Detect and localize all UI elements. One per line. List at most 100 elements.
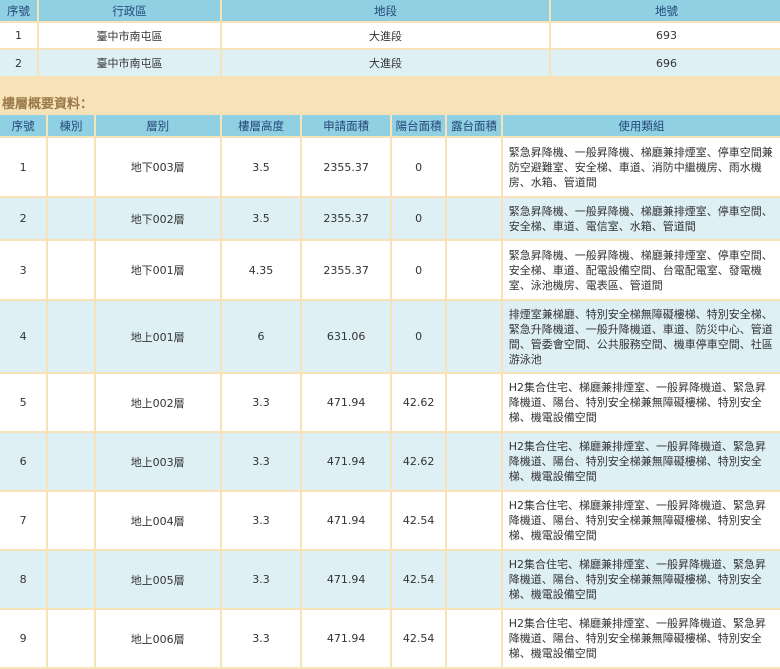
cell-section: 大進段	[222, 50, 549, 76]
cell-building	[48, 433, 94, 490]
table-row: 7 地上004層 3.3 471.94 42.54 H2集合住宅、梯廳兼排煙室、…	[0, 492, 780, 549]
cell-floor: 地上002層	[95, 374, 220, 431]
header-area: 申請面積	[302, 115, 390, 136]
table-row: 3 地下001層 4.35 2355.37 0 緊急昇降機、一般昇降機、梯廳兼排…	[0, 241, 780, 299]
cell-area: 471.94	[302, 492, 390, 549]
land-table: 序號 行政區 地段 地號 1 臺中市南屯區 大進段 693 2 臺中市南屯區 大…	[0, 0, 780, 78]
cell-area: 2355.37	[302, 241, 390, 299]
cell-area: 631.06	[302, 301, 390, 372]
floor-table-header: 序號 棟別 層別 樓層高度 申請面積 陽台面積 露台面積 使用類組	[0, 115, 780, 136]
cell-balcony: 42.62	[391, 374, 446, 431]
cell-floor: 地上003層	[95, 433, 220, 490]
cell-terrace	[447, 241, 501, 299]
header-height: 樓層高度	[221, 115, 301, 136]
header-lot: 地號	[551, 0, 780, 21]
cell-floor: 地上005層	[95, 551, 220, 608]
table-row: 9 地上006層 3.3 471.94 42.54 H2集合住宅、梯廳兼排煙室、…	[0, 610, 780, 667]
cell-balcony: 42.54	[391, 610, 446, 667]
floor-table: 序號 棟別 層別 樓層高度 申請面積 陽台面積 露台面積 使用類組 1 地下00…	[0, 113, 780, 669]
header-usage: 使用類組	[502, 115, 780, 136]
cell-floor: 地下003層	[95, 138, 220, 196]
cell-building	[48, 241, 94, 299]
cell-balcony: 0	[391, 198, 446, 239]
cell-height: 3.5	[221, 198, 301, 239]
cell-usage: H2集合住宅、梯廳兼排煙室、一般昇降機道、緊急昇降機道、陽台、特別安全梯兼無障礙…	[502, 433, 780, 490]
header-balcony: 陽台面積	[391, 115, 446, 136]
table-row: 6 地上003層 3.3 471.94 42.62 H2集合住宅、梯廳兼排煙室、…	[0, 433, 780, 490]
cell-no: 6	[0, 433, 47, 490]
cell-usage: H2集合住宅、梯廳兼排煙室、一般昇降機道、緊急昇降機道、陽台、特別安全梯兼無障礙…	[502, 551, 780, 608]
cell-terrace	[447, 301, 501, 372]
cell-district: 臺中市南屯區	[39, 50, 220, 76]
cell-height: 3.3	[221, 610, 301, 667]
cell-usage: H2集合住宅、梯廳兼排煙室、一般昇降機道、緊急昇降機道、陽台、特別安全梯兼無障礙…	[502, 374, 780, 431]
cell-height: 6	[221, 301, 301, 372]
cell-building	[48, 301, 94, 372]
cell-usage: 緊急昇降機、一般昇降機、梯廳兼排煙室、停車空間、安全梯、車道、電信室、水箱、管道…	[502, 198, 780, 239]
cell-balcony: 42.54	[391, 492, 446, 549]
cell-no: 2	[0, 198, 47, 239]
cell-floor: 地上006層	[95, 610, 220, 667]
cell-section: 大進段	[222, 23, 549, 48]
table-row: 1 臺中市南屯區 大進段 693	[0, 23, 780, 48]
table-row: 1 地下003層 3.5 2355.37 0 緊急昇降機、一般昇降機、梯廳兼排煙…	[0, 138, 780, 196]
header-section: 地段	[222, 0, 549, 21]
cell-building	[48, 138, 94, 196]
cell-balcony: 42.62	[391, 433, 446, 490]
cell-terrace	[447, 492, 501, 549]
cell-height: 3.5	[221, 138, 301, 196]
table-row: 2 臺中市南屯區 大進段 696	[0, 50, 780, 76]
cell-usage: 緊急昇降機、一般昇降機、梯廳兼排煙室、停車空間兼防空避難室、安全梯、車道、消防中…	[502, 138, 780, 196]
cell-lot: 696	[551, 50, 780, 76]
cell-usage: 緊急昇降機、一般昇降機、梯廳兼排煙室、停車空間、安全梯、車道、配電設備空間、台電…	[502, 241, 780, 299]
cell-area: 2355.37	[302, 138, 390, 196]
cell-usage: H2集合住宅、梯廳兼排煙室、一般昇降機道、緊急昇降機道、陽台、特別安全梯兼無障礙…	[502, 610, 780, 667]
land-table-header: 序號 行政區 地段 地號	[0, 0, 780, 21]
cell-no: 4	[0, 301, 47, 372]
cell-floor: 地下001層	[95, 241, 220, 299]
table-row: 8 地上005層 3.3 471.94 42.54 H2集合住宅、梯廳兼排煙室、…	[0, 551, 780, 608]
table-row: 2 地下002層 3.5 2355.37 0 緊急昇降機、一般昇降機、梯廳兼排煙…	[0, 198, 780, 239]
header-building: 棟別	[48, 115, 94, 136]
cell-area: 471.94	[302, 433, 390, 490]
cell-area: 2355.37	[302, 198, 390, 239]
cell-building	[48, 198, 94, 239]
header-terrace: 露台面積	[447, 115, 501, 136]
cell-lot: 693	[551, 23, 780, 48]
cell-height: 4.35	[221, 241, 301, 299]
cell-balcony: 0	[391, 138, 446, 196]
cell-terrace	[447, 433, 501, 490]
section-title: 樓層概要資料：	[2, 97, 94, 112]
cell-building	[48, 551, 94, 608]
cell-no: 1	[0, 138, 47, 196]
cell-no: 1	[0, 23, 37, 48]
cell-terrace	[447, 198, 501, 239]
cell-terrace	[447, 374, 501, 431]
cell-no: 2	[0, 50, 37, 76]
header-no: 序號	[0, 115, 47, 136]
cell-height: 3.3	[221, 374, 301, 431]
header-floor: 層別	[95, 115, 220, 136]
cell-building	[48, 374, 94, 431]
cell-building	[48, 492, 94, 549]
cell-district: 臺中市南屯區	[39, 23, 220, 48]
header-district: 行政區	[39, 0, 220, 21]
cell-terrace	[447, 610, 501, 667]
cell-no: 5	[0, 374, 47, 431]
table-row: 4 地上001層 6 631.06 0 排煙室兼梯廳、特別安全梯無障礙樓梯、特別…	[0, 301, 780, 372]
cell-area: 471.94	[302, 610, 390, 667]
cell-balcony: 42.54	[391, 551, 446, 608]
cell-floor: 地下002層	[95, 198, 220, 239]
cell-no: 8	[0, 551, 47, 608]
cell-height: 3.3	[221, 551, 301, 608]
cell-no: 9	[0, 610, 47, 667]
cell-area: 471.94	[302, 551, 390, 608]
cell-floor: 地上001層	[95, 301, 220, 372]
cell-terrace	[447, 551, 501, 608]
table-row: 5 地上002層 3.3 471.94 42.62 H2集合住宅、梯廳兼排煙室、…	[0, 374, 780, 431]
cell-no: 7	[0, 492, 47, 549]
cell-height: 3.3	[221, 433, 301, 490]
cell-building	[48, 610, 94, 667]
cell-area: 471.94	[302, 374, 390, 431]
header-no: 序號	[0, 0, 37, 21]
